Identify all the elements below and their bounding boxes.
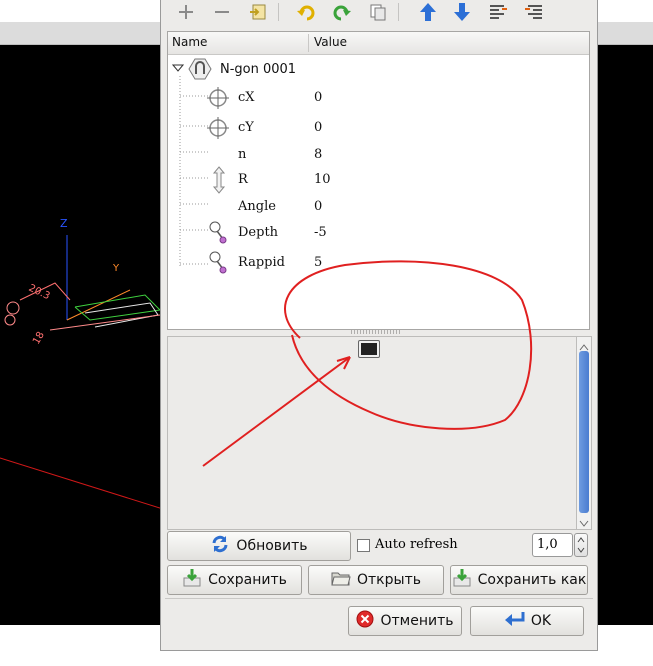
scale-value[interactable]: 1,0 (537, 537, 558, 552)
row-name: Depth (238, 225, 279, 240)
y-axis-label: Y (112, 263, 120, 274)
add-icon[interactable] (173, 0, 199, 24)
ok-button[interactable]: OK (470, 606, 584, 636)
spin-buttons[interactable] (574, 533, 588, 557)
enter-arrow-icon (503, 610, 525, 632)
row-name: cY (238, 120, 254, 135)
align-right-icon[interactable] (521, 0, 547, 24)
expand-arrow-icon[interactable] (171, 62, 185, 78)
row-name: cX (238, 90, 255, 105)
row-value[interactable]: 10 (314, 172, 331, 187)
auto-refresh-checkbox[interactable] (357, 539, 370, 552)
row-value[interactable]: -5 (314, 225, 327, 240)
probe-icon (208, 250, 228, 280)
tree-row[interactable]: R 10 (168, 166, 589, 194)
row-value[interactable]: 8 (314, 147, 322, 162)
save-as-button[interactable]: Сохранить как (450, 565, 588, 595)
redo-icon[interactable] (329, 0, 355, 24)
pane-splitter[interactable] (351, 330, 401, 334)
row-name: Angle (238, 199, 276, 214)
crosshair-icon (206, 116, 230, 144)
dimension-label: 20.3 (27, 283, 52, 302)
row-name: Rappid (238, 255, 285, 270)
red-axis-line (0, 457, 163, 510)
tree-header: Name Value (168, 32, 589, 55)
preview-pane[interactable] (167, 336, 577, 530)
cancel-button[interactable]: Отменить (348, 606, 462, 636)
auto-refresh-label[interactable]: Auto refresh (375, 537, 458, 552)
row-value[interactable]: 0 (314, 199, 322, 214)
refresh-icon (210, 534, 230, 558)
cancel-icon (356, 610, 374, 632)
ok-label: OK (530, 613, 552, 629)
move-up-icon[interactable] (415, 0, 441, 24)
copy-icon[interactable] (365, 0, 391, 24)
tree-row[interactable]: cX 0 (168, 84, 589, 112)
import-icon[interactable] (245, 0, 271, 24)
open-button[interactable]: Открыть (308, 565, 444, 595)
vertical-scrollbar[interactable] (576, 336, 592, 530)
save-as-icon (452, 568, 472, 592)
save-as-label: Сохранить как (477, 572, 587, 588)
scroll-down-icon[interactable] (579, 517, 589, 532)
double-arrow-icon (212, 166, 226, 198)
scale-spinbox[interactable]: 1,0 (532, 533, 573, 557)
tree-row[interactable]: Angle 0 (168, 196, 589, 220)
refresh-label: Обновить (236, 538, 308, 554)
toolbar (161, 0, 597, 26)
row-value[interactable]: 0 (314, 90, 322, 105)
tree-row[interactable]: n 8 (168, 144, 589, 168)
3d-viewport-right (596, 45, 653, 625)
probe-icon (208, 220, 228, 250)
save-icon (182, 568, 202, 592)
move-down-icon[interactable] (449, 0, 475, 24)
scroll-thumb[interactable] (579, 351, 589, 513)
crosshair-icon (206, 86, 230, 114)
row-name: R (238, 172, 248, 187)
column-header-value[interactable]: Value (314, 35, 347, 49)
row-value[interactable]: 5 (314, 255, 322, 270)
preview-thumbnail-icon[interactable] (358, 340, 380, 358)
3d-viewport[interactable]: Z Y 20.3 18 (0, 45, 163, 625)
save-button[interactable]: Сохранить (167, 565, 302, 595)
row-name: n (238, 147, 247, 162)
cancel-label: Отменить (380, 613, 454, 629)
refresh-button[interactable]: Обновить (167, 531, 351, 561)
tree-row[interactable]: Depth -5 (168, 220, 589, 248)
row-value[interactable]: 0 (314, 120, 322, 135)
open-label: Открыть (357, 572, 421, 588)
tree-row[interactable]: cY 0 (168, 114, 589, 142)
remove-icon[interactable] (209, 0, 235, 24)
ngon-properties-dialog: Name Value N-gon 0001 cX 0 cY 0 n 8 R 10… (160, 0, 598, 651)
z-axis-label: Z (60, 217, 68, 230)
column-header-name[interactable]: Name (172, 35, 207, 49)
tree-root-label[interactable]: N-gon 0001 (220, 62, 296, 77)
folder-open-icon (331, 569, 351, 591)
properties-tree[interactable]: Name Value N-gon 0001 cX 0 cY 0 n 8 R 10… (167, 31, 590, 330)
tree-row[interactable]: Rappid 5 (168, 250, 589, 278)
align-left-icon[interactable] (485, 0, 511, 24)
divider (165, 598, 593, 599)
save-label: Сохранить (208, 572, 287, 588)
dimension-label: 18 (31, 330, 47, 347)
ngon-icon (188, 58, 212, 84)
undo-icon[interactable] (293, 0, 319, 24)
